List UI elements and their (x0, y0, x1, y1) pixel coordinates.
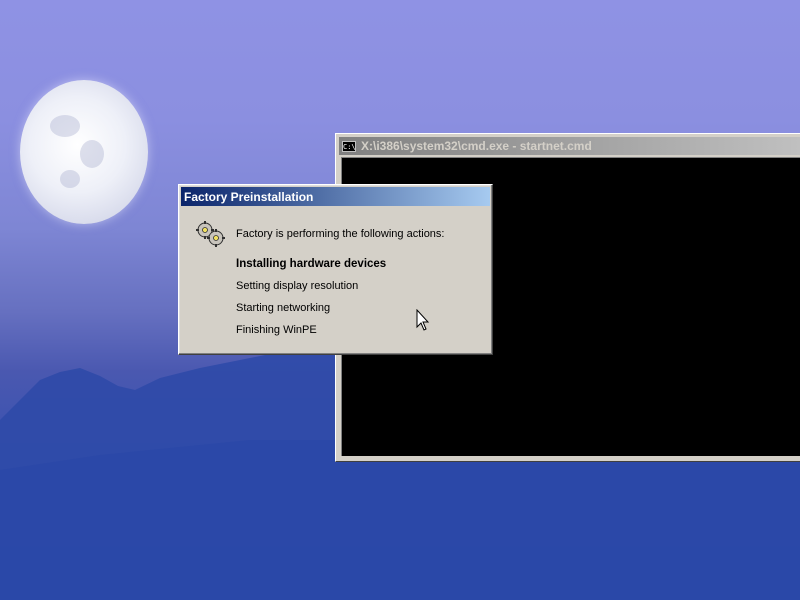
dialog-titlebar[interactable]: Factory Preinstallation (181, 187, 490, 206)
gears-icon (196, 221, 225, 247)
step-item: Setting display resolution (236, 280, 359, 292)
step-item: Starting networking (236, 302, 331, 314)
moon (20, 80, 148, 224)
mouse-cursor-icon (416, 309, 430, 331)
dialog-title: Factory Preinstallation (184, 189, 314, 204)
dialog-heading: Factory is performing the following acti… (236, 228, 445, 240)
step-item: Finishing WinPE (236, 324, 317, 336)
step-item-current: Installing hardware devices (236, 258, 387, 270)
factory-preinstallation-dialog[interactable]: Factory Preinstallation Factory is perfo… (178, 184, 493, 355)
cmd-window-title: X:\i386\system32\cmd.exe - startnet.cmd (361, 139, 592, 153)
console-icon: C:\ (342, 140, 356, 152)
cmd-titlebar[interactable]: C:\ X:\i386\system32\cmd.exe - startnet.… (339, 137, 800, 155)
